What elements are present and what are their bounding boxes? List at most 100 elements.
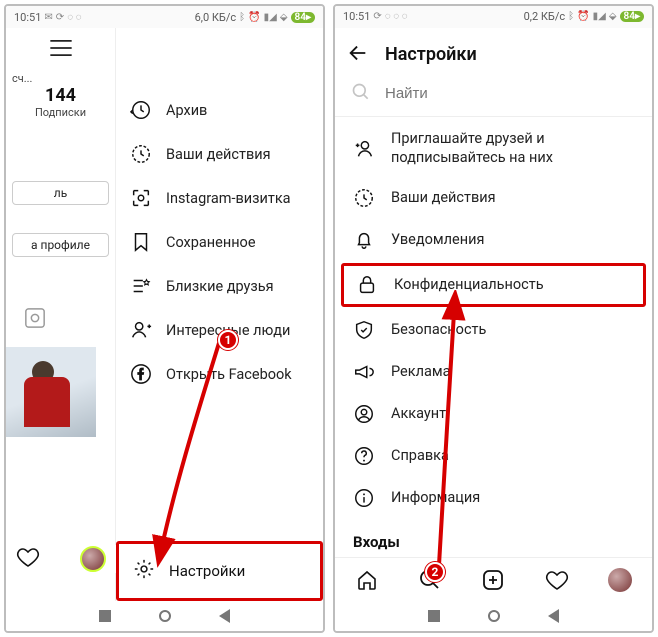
status-net-speed: 0,2 КБ/с [524,10,566,23]
help-icon [353,445,375,467]
menu-activity[interactable]: Ваши действия [116,132,323,176]
status-bar: 10:51 ⟳ ◌ ◌ ◌ 0,2 КБ/с ᛒ ⏰ ▮◢ ⬙ 84▸ [335,6,652,28]
alarm-icon: ⏰ [248,12,260,23]
profile-partial: сч... 144 Подписки ль а профиле [6,28,116,601]
dot-icon: ◌ ◌ [67,12,81,23]
home-button[interactable] [488,610,500,622]
back-button[interactable] [219,609,230,623]
post-action-row [6,545,116,573]
bell-icon [353,229,375,251]
search-input[interactable] [385,85,636,102]
heart-icon[interactable] [16,545,40,573]
battery-indicator: 84▸ [620,11,644,22]
recent-apps-button[interactable] [428,610,440,622]
recent-apps-button[interactable] [99,610,111,622]
nav-heart-icon[interactable] [545,568,569,592]
menu-close-friends[interactable]: Близкие друзья [116,264,323,308]
nametag-icon [130,187,152,209]
menu-facebook[interactable]: Открыть Facebook [116,352,323,396]
menu-settings[interactable]: Настройки [119,544,320,598]
account-icon [353,403,375,425]
android-nav-bar [6,601,323,631]
sync-icon: ⟳ [56,12,64,23]
bottom-nav [335,557,652,602]
back-button[interactable] [548,609,559,623]
settings-list: Приглашайте друзей и подписывайтесь на н… [335,120,652,556]
settings-notifications[interactable]: Уведомления [335,219,652,261]
alarm-icon: ⏰ [577,11,589,22]
status-bar: 10:51 ✉ ⟳ ◌ ◌ 6,0 КБ/с ᛒ ⏰ ▮◢ ⬙ 84▸ [6,6,323,28]
nav-profile-avatar[interactable] [608,568,632,592]
highlight-privacy: Конфиденциальность [341,263,646,307]
status-time: 10:51 [14,11,41,24]
settings-about[interactable]: Информация [335,477,652,519]
battery-indicator: 84▸ [291,12,315,23]
settings-label: Конфиденциальность [394,276,544,293]
search-icon [351,82,371,106]
menu-nametag[interactable]: Instagram-визитка [116,176,323,220]
screenshot-left: 10:51 ✉ ⟳ ◌ ◌ 6,0 КБ/с ᛒ ⏰ ▮◢ ⬙ 84▸ сч..… [4,4,325,633]
menu-label: Instagram-визитка [166,190,291,207]
drawer-menu: Архив Ваши действия Instagram-визитка Со… [116,28,323,601]
back-arrow-icon[interactable] [347,42,369,68]
post-thumbnail[interactable] [6,347,96,437]
divider [335,116,652,117]
settings-label: Ваши действия [391,189,496,206]
nav-add-icon[interactable] [481,568,505,592]
facebook-icon [130,363,152,385]
edit-profile-button-cut[interactable]: ль [12,181,109,205]
stat-following-count[interactable]: 144 [6,85,115,106]
menu-label: Сохраненное [166,234,256,251]
callout-badge-1: 1 [218,330,238,350]
settings-privacy[interactable]: Конфиденциальность [344,266,643,304]
settings-label: Справка [391,447,449,464]
grid-tab-icon[interactable] [24,307,115,333]
settings-label: Приглашайте друзей и подписывайтесь на н… [391,130,634,166]
settings-label: Безопасность [391,321,486,338]
logins-section-header: Входы [335,519,652,557]
avatar[interactable] [80,546,106,572]
settings-header: Настройки [335,28,652,78]
status-net-speed: 6,0 КБ/с [195,11,237,24]
signal-icon: ▮◢ [593,11,606,22]
stat-following-label: Подписки [6,106,115,119]
info-icon [353,487,375,509]
settings-label: Реклама [391,363,451,380]
shield-icon [353,319,375,341]
settings-invite[interactable]: Приглашайте друзей и подписывайтесь на н… [335,120,652,176]
menu-label: Настройки [169,562,245,580]
settings-ads[interactable]: Реклама [335,351,652,393]
sms-icon: ✉ [44,12,52,23]
page-title: Настройки [385,44,477,65]
nav-home-icon[interactable] [355,568,379,592]
menu-saved[interactable]: Сохраненное [116,220,323,264]
hamburger-button[interactable] [6,34,115,66]
promote-button-cut[interactable]: а профиле [12,233,109,257]
close-friends-icon [130,275,152,297]
gear-icon [133,558,155,584]
menu-archive[interactable]: Архив [116,88,323,132]
activity-icon [353,187,375,209]
cut-text: сч... [6,72,115,85]
add-people-icon [353,138,375,160]
settings-security[interactable]: Безопасность [335,309,652,351]
menu-label: Архив [166,102,207,119]
settings-help[interactable]: Справка [335,435,652,477]
wifi-icon: ⬙ [280,12,288,23]
sync-icon: ⟳ [373,11,381,22]
dot-icon: ◌ ◌ ◌ [385,11,408,22]
menu-label: Открыть Facebook [166,366,292,383]
settings-label: Информация [391,489,480,506]
home-button[interactable] [159,610,171,622]
bookmark-icon [130,231,152,253]
menu-label: Ваши действия [166,146,271,163]
menu-label: Близкие друзья [166,278,274,295]
archive-icon [130,99,152,121]
highlight-settings: Настройки [116,541,323,601]
settings-account[interactable]: Аккаунт [335,393,652,435]
megaphone-icon [353,361,375,383]
wifi-icon: ⬙ [609,11,617,22]
bluetooth-icon: ᛒ [239,12,245,23]
settings-search[interactable] [335,78,652,116]
settings-activity[interactable]: Ваши действия [335,177,652,219]
